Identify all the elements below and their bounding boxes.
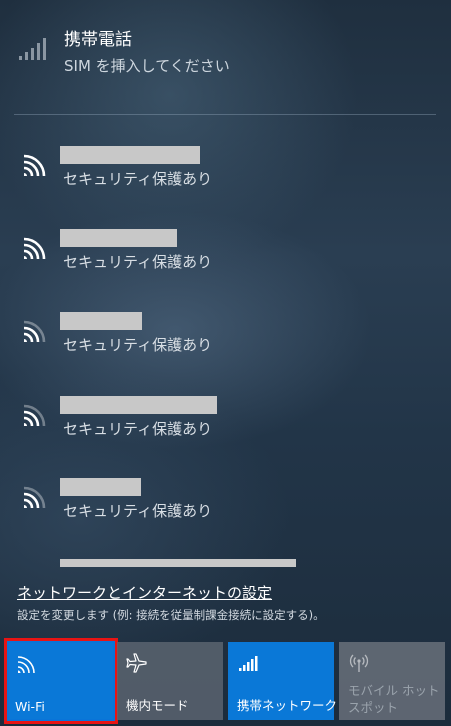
cellular-title: 携帯電話 (64, 30, 132, 50)
wifi-network-item[interactable]: セキュリティ保護あり (0, 146, 451, 230)
wifi-signal-icon (23, 486, 46, 509)
network-security-status: セキュリティ保護あり (63, 336, 213, 354)
network-name-redacted (60, 229, 177, 247)
airplane-tile-label: 機内モード (126, 698, 189, 713)
wifi-network-item[interactable]: セキュリティ保護あり (0, 396, 451, 480)
wifi-signal-icon (23, 237, 46, 260)
cellular-tile-label: 携帯ネットワーク (237, 698, 338, 713)
wifi-toggle-tile[interactable]: Wi-Fi (4, 638, 118, 724)
wifi-network-item[interactable]: セキュリティ保護あり (0, 312, 451, 396)
wifi-tile-label: Wi-Fi (15, 699, 45, 714)
airplane-icon (126, 653, 147, 673)
network-name-redacted (60, 312, 142, 330)
wifi-signal-icon (23, 320, 46, 343)
divider (14, 114, 436, 115)
cellular-network-item[interactable]: 携帯電話 SIM を挿入してください (0, 0, 451, 110)
network-name-redacted (60, 396, 217, 414)
network-security-status: セキュリティ保護あり (63, 502, 213, 520)
hotspot-tile-label: モバイル ホットスポット (348, 683, 440, 715)
wifi-network-item[interactable]: セキュリティ保護あり (0, 229, 451, 313)
quick-actions: Wi-Fi 機内モード 携帯ネットワーク モバイル ホットスポット (0, 638, 451, 726)
network-security-status: セキュリティ保護あり (63, 170, 213, 188)
cellular-toggle-tile[interactable]: 携帯ネットワーク (228, 642, 338, 720)
cellular-signal-icon (19, 38, 46, 60)
network-name-redacted (60, 146, 200, 164)
hotspot-icon (349, 654, 369, 672)
wifi-icon (17, 656, 35, 674)
cellular-subtitle: SIM を挿入してください (64, 57, 230, 75)
wifi-signal-icon (23, 404, 46, 427)
network-name-redacted (60, 478, 141, 496)
network-security-status: セキュリティ保護あり (63, 253, 213, 271)
network-security-status: セキュリティ保護あり (63, 420, 213, 438)
airplane-mode-tile[interactable]: 機内モード (117, 642, 223, 720)
cellular-icon (239, 656, 258, 671)
network-flyout: 携帯電話 SIM を挿入してください セキュリティ保護あり セキュリティ保護あり (0, 0, 451, 726)
mobile-hotspot-tile[interactable]: モバイル ホットスポット (339, 642, 445, 720)
network-settings-link[interactable]: ネットワークとインターネットの設定 (17, 583, 272, 603)
network-name-redacted (60, 559, 296, 567)
wifi-signal-icon (23, 154, 46, 177)
network-settings-description: 設定を変更します (例: 接続を従量制課金接続に設定する)。 (17, 608, 325, 622)
wifi-network-item[interactable]: セキュリティ保護あり (0, 478, 451, 562)
